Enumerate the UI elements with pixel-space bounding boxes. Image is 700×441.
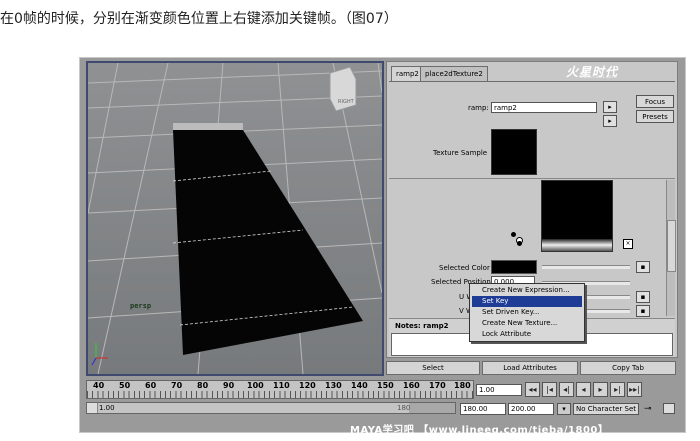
section-divider — [389, 178, 675, 179]
time-ruler — [87, 391, 473, 398]
plane-top-edge — [173, 123, 243, 130]
tick-label: 160 — [403, 381, 420, 390]
ramp-gradient[interactable] — [541, 180, 613, 252]
texture-sample-label: Texture Sample — [433, 149, 488, 157]
tick-label: 50 — [119, 381, 131, 390]
load-attributes-button[interactable]: Load Attributes — [482, 361, 578, 375]
range-marker: 180 — [397, 404, 411, 412]
attribute-scrollbar[interactable] — [666, 180, 676, 316]
tick-label: 40 — [93, 381, 105, 390]
select-button[interactable]: Select — [386, 361, 480, 375]
selected-color-slider[interactable] — [542, 265, 630, 269]
output-arrow-icon[interactable]: ▸ — [603, 115, 617, 127]
viewport-scene: RIGHT — [88, 63, 382, 374]
context-menu: Create New Expression... Set Key Set Dri… — [469, 283, 585, 342]
tick-label: 60 — [145, 381, 157, 390]
tick-label: 120 — [299, 381, 316, 390]
tick-label: 90 — [223, 381, 235, 390]
current-time-field[interactable]: 1.00 — [476, 384, 522, 396]
go-to-start-icon[interactable]: ◂◂ — [525, 382, 540, 397]
view-cube-label: RIGHT — [338, 99, 355, 105]
caption-text: 在0帧的时候，分别在渐变颜色位置上右键添加关键帧。（图07） — [0, 11, 398, 27]
camera-label: persp — [130, 302, 152, 310]
tick-label: 100 — [247, 381, 264, 390]
range-end-field[interactable]: 200.00 — [508, 403, 554, 415]
footer-watermark: MAYA学习吧 【www.lineeg.com/tieba/1800】 — [350, 425, 609, 436]
range-start-field[interactable]: 180.00 — [460, 403, 506, 415]
time-slider[interactable]: 40 50 60 70 80 90 100 110 120 130 140 15… — [86, 380, 474, 399]
selected-color-label: Selected Color — [439, 264, 490, 272]
ramp-light-band — [542, 239, 612, 251]
tick-label: 70 — [171, 381, 183, 390]
color-handles-icon[interactable] — [511, 232, 523, 246]
tick-label: 110 — [273, 381, 290, 390]
selected-color-swatch[interactable] — [491, 260, 537, 274]
step-forward-key-icon[interactable]: ▸| — [610, 382, 625, 397]
focus-arrow-icon[interactable]: ▸ — [603, 101, 617, 113]
step-back-frame-icon[interactable]: ◂| — [559, 382, 574, 397]
presets-button[interactable]: Presets — [636, 110, 674, 123]
view-cube-icon[interactable]: RIGHT — [329, 66, 357, 112]
character-set-dropdown[interactable]: No Character Set — [573, 403, 639, 415]
texture-sample-swatch — [491, 129, 537, 175]
map-button-icon[interactable]: ▪ — [636, 305, 650, 317]
focus-button[interactable]: Focus — [636, 95, 674, 108]
tick-label: 80 — [197, 381, 209, 390]
play-forwards-icon[interactable]: ▸ — [593, 382, 608, 397]
range-start-handle[interactable] — [87, 403, 98, 413]
tick-label: 130 — [325, 381, 342, 390]
tab-place2dtexture2[interactable]: place2dTexture2 — [420, 66, 488, 82]
step-back-key-icon[interactable]: |◂ — [542, 382, 557, 397]
delete-handle-icon[interactable]: × — [623, 239, 633, 249]
go-to-end-icon[interactable]: ▸▸| — [627, 382, 642, 397]
menu-item-create-expression[interactable]: Create New Expression... — [472, 285, 582, 296]
tab-divider — [389, 81, 675, 82]
key-icon[interactable]: ⊸ — [644, 404, 652, 414]
tab-ramp2[interactable]: ramp2 — [391, 66, 424, 82]
scrollbar-thumb[interactable] — [667, 220, 676, 272]
ramp-name-field[interactable]: ramp2 — [491, 102, 597, 113]
play-backwards-icon[interactable]: ◂ — [576, 382, 591, 397]
notes-label: Notes: ramp2 — [395, 322, 449, 330]
tick-label: 140 — [351, 381, 368, 390]
range-slider[interactable]: 1.00 180 — [86, 402, 456, 414]
range-end-region[interactable] — [409, 403, 455, 413]
ramp-label: ramp: — [468, 104, 489, 112]
map-button-icon[interactable]: ▪ — [636, 261, 650, 273]
chevron-down-icon[interactable]: ▾ — [557, 403, 571, 415]
tick-label: 170 — [429, 381, 446, 390]
perspective-viewport[interactable]: RIGHT — [86, 61, 384, 376]
map-button-icon[interactable]: ▪ — [636, 291, 650, 303]
menu-item-create-texture[interactable]: Create New Texture... — [472, 318, 582, 329]
tick-label: 180 — [454, 381, 471, 390]
preferences-icon[interactable] — [663, 403, 675, 414]
copy-tab-button[interactable]: Copy Tab — [580, 361, 676, 375]
menu-item-set-driven-key[interactable]: Set Driven Key... — [472, 307, 582, 318]
tick-label: 150 — [377, 381, 394, 390]
range-current-start: 1.00 — [99, 404, 115, 412]
watermark-url: www.hxsd.com — [579, 74, 617, 80]
menu-item-lock-attribute[interactable]: Lock Attribute — [472, 329, 582, 340]
menu-item-set-key[interactable]: Set Key — [472, 296, 582, 307]
